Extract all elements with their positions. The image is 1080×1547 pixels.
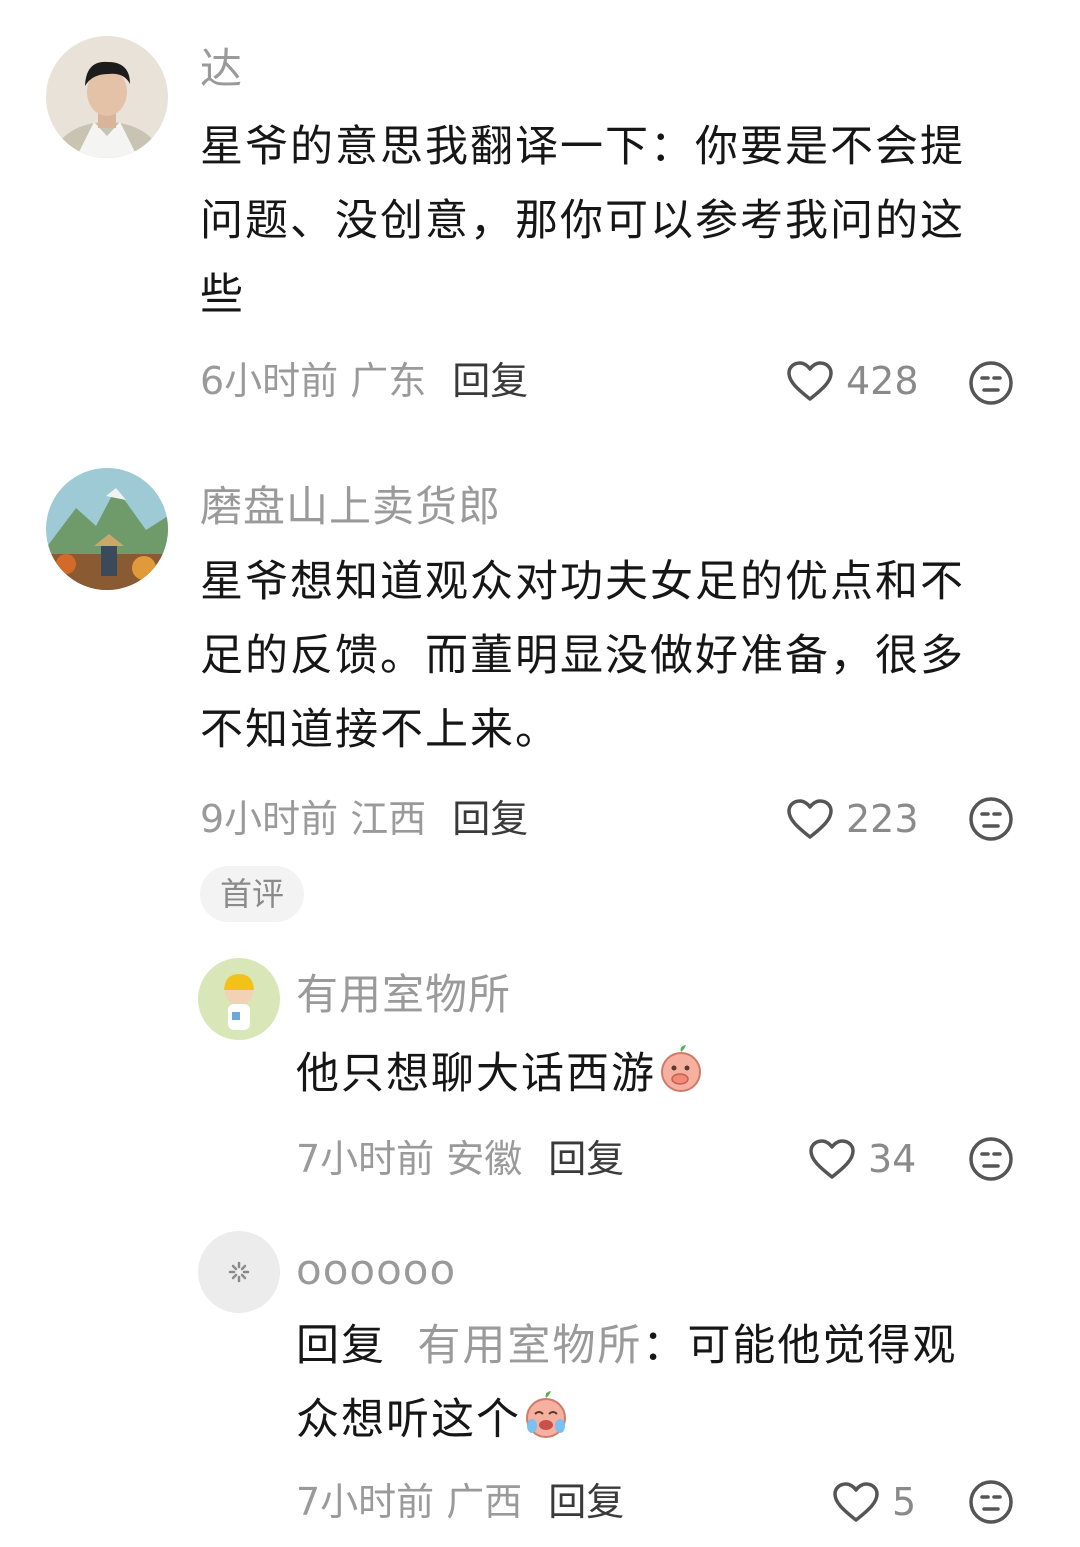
heart-icon: [787, 799, 833, 839]
reply-prefix: 回复: [296, 1321, 386, 1371]
reply-author[interactable]: oooooo: [296, 1249, 456, 1291]
dislike-button[interactable]: [968, 1136, 1014, 1182]
covering-mouth-peach-emoji: [661, 1045, 701, 1092]
avatar[interactable]: [198, 958, 280, 1040]
reply-item: oooooo 回复 有用室物所：可能他觉得观 众想听这个 7小时前 广西 回复 5: [0, 1225, 1080, 1545]
comment-item: 磨盘山上卖货郎 星爷想知道观众对功夫女足的优点和不 足的反馈。而董明显没做好准备…: [0, 440, 1080, 940]
like-button[interactable]: 34: [808, 1138, 916, 1180]
neutral-face-icon: [969, 797, 1013, 841]
neutral-face-icon: [969, 1480, 1013, 1524]
comment-meta: 6小时前 广东 回复: [200, 362, 528, 400]
heart-icon: [787, 361, 833, 401]
first-comment-badge: 首评: [200, 866, 305, 922]
time-location: 7小时前 广西: [296, 1480, 523, 1524]
comment-meta: 9小时前 江西 回复: [200, 800, 528, 838]
like-count: 428: [846, 359, 919, 403]
heart-icon: [809, 1139, 855, 1179]
dislike-button[interactable]: [968, 796, 1014, 842]
comment-text: 星爷想知道观众对功夫女足的优点和不 足的反馈。而董明显没做好准备，很多 不知道接…: [200, 557, 965, 755]
reply-target-user[interactable]: 有用室物所: [417, 1321, 642, 1371]
comment-author[interactable]: 磨盘山上卖货郎: [200, 486, 501, 528]
avatar[interactable]: [198, 1231, 280, 1313]
comment-author[interactable]: 达: [200, 48, 243, 90]
reply-author[interactable]: 有用室物所: [296, 974, 511, 1016]
heart-icon: [833, 1482, 879, 1522]
reply-meta: 7小时前 安徽 回复: [296, 1140, 624, 1178]
like-button[interactable]: 5: [832, 1481, 916, 1523]
like-count: 34: [868, 1137, 917, 1181]
neutral-face-icon: [969, 361, 1013, 405]
like-count: 5: [892, 1480, 917, 1524]
dislike-button[interactable]: [968, 360, 1014, 406]
reply-text: 他只想聊大话西游: [296, 1037, 706, 1111]
reply-button[interactable]: 回复: [452, 359, 528, 403]
like-button[interactable]: 428: [786, 360, 919, 402]
avatar[interactable]: [46, 36, 168, 158]
reply-text: 回复 有用室物所：可能他觉得观 众想听这个: [296, 1321, 958, 1445]
like-count: 223: [846, 797, 919, 841]
reply-meta: 7小时前 广西 回复: [296, 1483, 624, 1521]
time-location: 9小时前 江西: [200, 797, 427, 841]
reply-item: 有用室物所 他只想聊大话西游 7小时前 安徽 回复 34: [0, 950, 1080, 1210]
reply-button[interactable]: 回复: [452, 797, 528, 841]
time-location: 7小时前 安徽: [296, 1137, 523, 1181]
comment-text: 星爷的意思我翻译一下：你要是不会提 问题、没创意，那你可以参考我问的这 些: [200, 122, 965, 320]
like-button[interactable]: 223: [786, 798, 919, 840]
time-location: 6小时前 广东: [200, 359, 427, 403]
avatar[interactable]: [46, 468, 168, 590]
crying-peach-emoji: [526, 1391, 566, 1438]
neutral-face-icon: [969, 1137, 1013, 1181]
dislike-button[interactable]: [968, 1479, 1014, 1525]
comment-item: 达 星爷的意思我翻译一下：你要是不会提 问题、没创意，那你可以参考我问的这 些 …: [0, 0, 1080, 430]
reply-button[interactable]: 回复: [548, 1480, 624, 1524]
reply-button[interactable]: 回复: [548, 1137, 624, 1181]
